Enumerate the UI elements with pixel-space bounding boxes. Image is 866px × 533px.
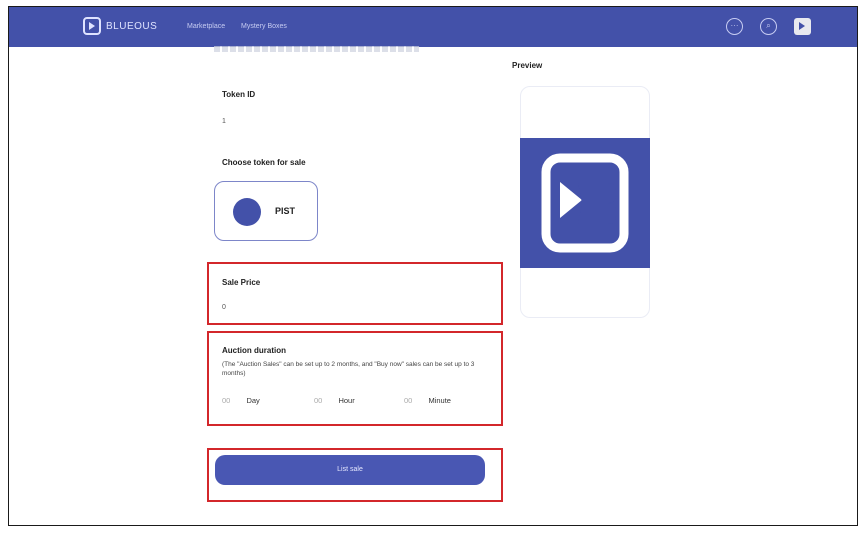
brand-name: BLUEOUS [106,20,158,32]
search-icon[interactable]: ⌕ [760,18,777,35]
duration-minute[interactable]: 00 Minute [404,396,451,405]
token-id-value[interactable]: 1 [222,118,226,125]
sale-price-input[interactable]: 0 [222,304,226,311]
brand-logo[interactable]: BLUEOUS [83,17,157,35]
brand-logo-icon [83,17,101,35]
nav-link-mystery-boxes[interactable]: Mystery Boxes [241,23,287,30]
token-option-label: PIST [275,206,296,216]
brand-b-logo-icon [541,153,629,253]
top-nav: BLUEOUS Marketplace Mystery Boxes ··· ⌕ [9,7,857,47]
nav-link-marketplace[interactable]: Marketplace [187,23,225,30]
preview-image [520,138,650,268]
list-sale-button[interactable]: List sale [215,455,485,485]
choose-token-label: Choose token for sale [222,158,306,167]
auction-duration-label: Auction duration [222,346,286,355]
token-coin-icon [233,198,261,226]
token-option-card[interactable]: PIST [214,181,318,241]
ellipsis-icon[interactable]: ··· [726,18,743,35]
sale-price-highlight [207,262,503,325]
preview-label: Preview [512,61,543,70]
sale-price-label: Sale Price [222,278,261,287]
token-id-label: Token ID [222,90,256,99]
wallet-logo-icon[interactable] [794,18,811,35]
auction-duration-note: (The "Auction Sales" can be set up to 2 … [222,361,475,377]
duration-day[interactable]: 00 Day [222,396,260,405]
truncated-text-line [214,46,419,52]
duration-hour[interactable]: 00 Hour [314,396,355,405]
